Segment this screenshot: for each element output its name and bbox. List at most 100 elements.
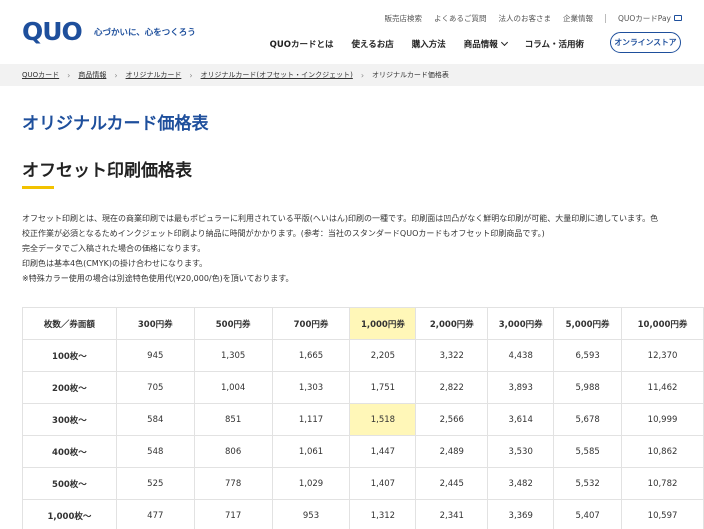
util-divider [604,14,606,23]
description-line: オフセット印刷とは、現在の商業印刷では最もポピュラーに利用されている平版(へいは… [22,214,659,223]
price-cell: 5,988 [553,371,623,404]
price-cell: 2,566 [415,403,489,436]
description: オフセット印刷とは、現在の商業印刷では最もポピュラーに利用されている平版(へいは… [22,211,684,286]
svg-text:QUO: QUO [22,18,82,44]
breadcrumb-item-home[interactable]: QUOカード [22,70,59,80]
price-cell: 11,462 [621,371,704,404]
breadcrumb-item-products[interactable]: 商品情報 [78,70,106,80]
price-cell: 3,322 [415,339,489,372]
chevron-right-icon: › [67,70,71,80]
nav-item-about[interactable]: QUOカードとは [270,38,334,50]
util-link-faq[interactable]: よくあるご質問 [434,13,487,24]
chevron-right-icon: › [114,70,118,80]
description-line: 校正作業が必須となるためインクジェット印刷より納品に時間がかかります。(参考：当… [22,229,545,238]
page-title: オリジナルカード価格表 [22,114,209,134]
price-cell: 2,341 [415,499,489,529]
price-cell: 477 [115,499,195,529]
table-header-row: 枚数／券面額 300円券 500円券 700円券 1,000円券 2,000円券… [22,307,704,340]
price-cell: 1,117 [271,403,351,436]
tagline: 心づかいに、心をつくろう [94,28,196,38]
price-cell: 584 [115,403,195,436]
price-cell: 1,061 [271,435,351,468]
price-cell: 2,489 [415,435,489,468]
price-cell: 12,370 [621,339,704,372]
column-header: 5,000円券 [553,307,623,340]
breadcrumb-item-offset-inkjet[interactable]: オリジナルカード(オフセット・インクジェット) [201,70,353,80]
price-cell: 851 [193,403,273,436]
util-link-company[interactable]: 企業情報 [563,13,593,24]
table-row: 500枚〜 525 778 1,029 1,407 2,445 3,482 5,532 10,7… [22,467,704,500]
breadcrumb-item-current: オリジナルカード価格表 [372,71,449,79]
breadcrumb: QUOカード › 商品情報 › オリジナルカード › オリジナルカード(オフセッ… [0,64,704,86]
price-cell: 1,312 [349,499,417,529]
price-cell: 10,862 [621,435,704,468]
chevron-right-icon: › [189,70,193,80]
quo-logo[interactable]: QUO [22,18,84,44]
nav-item-purchase[interactable]: 購入方法 [412,38,446,50]
price-cell: 525 [115,467,195,500]
price-cell: 548 [115,435,195,468]
price-cell: 3,893 [487,371,555,404]
table-row: 200枚〜 705 1,004 1,303 1,751 2,822 3,893 5,988 11… [22,371,704,404]
price-table: 枚数／券面額 300円券 500円券 700円券 1,000円券 2,000円券… [22,307,704,529]
nav-item-products[interactable]: 商品情報 [464,38,508,50]
price-cell: 1,029 [271,467,351,500]
description-line: ※特殊カラー使用の場合は別途特色使用代(¥20,000/色)を頂いております。 [22,274,294,283]
price-cell: 3,530 [487,435,555,468]
price-cell: 3,369 [487,499,555,529]
table-row: 300枚〜 584 851 1,117 1,518 2,566 3,614 5,678 10,9… [22,403,704,436]
price-cell: 10,999 [621,403,704,436]
row-header: 300枚〜 [22,403,117,436]
table-row: 400枚〜 548 806 1,061 1,447 2,489 3,530 5,585 10,8… [22,435,704,468]
price-cell: 1,305 [193,339,273,372]
price-cell: 806 [193,435,273,468]
online-store-button[interactable]: オンラインストア [610,32,681,53]
price-cell: 10,597 [621,499,704,529]
price-cell: 778 [193,467,273,500]
main-nav: QUOカードとは 使えるお店 購入方法 商品情報 コラム・活用術 [252,38,584,50]
price-cell: 5,407 [553,499,623,529]
row-header: 400枚〜 [22,435,117,468]
description-line: 印刷色は基本4色(CMYK)の掛け合わせになります。 [22,259,208,268]
price-cell: 2,822 [415,371,489,404]
column-header: 700円券 [271,307,351,340]
price-cell: 1,303 [271,371,351,404]
table-row: 100枚〜 945 1,305 1,665 2,205 3,322 4,438 6,593 12… [22,339,704,372]
price-cell: 5,585 [553,435,623,468]
table-corner-header: 枚数／券面額 [22,307,117,340]
price-cell: 1,665 [271,339,351,372]
row-header: 500枚〜 [22,467,117,500]
table-row: 1,000枚〜 477 717 953 1,312 2,341 3,369 5,407 10,5… [22,499,704,529]
external-window-icon [674,15,682,21]
price-cell: 10,782 [621,467,704,500]
column-header: 500円券 [193,307,273,340]
price-cell: 5,678 [553,403,623,436]
price-cell: 1,004 [193,371,273,404]
nav-item-column[interactable]: コラム・活用術 [525,38,584,50]
chevron-down-icon [500,38,508,47]
price-cell: 2,205 [349,339,417,372]
nav-item-stores[interactable]: 使えるお店 [351,38,393,50]
price-cell: 953 [271,499,351,529]
util-link-store-search[interactable]: 販売店検索 [384,13,422,24]
price-cell: 2,445 [415,467,489,500]
row-header: 100枚〜 [22,339,117,372]
price-cell: 3,482 [487,467,555,500]
price-cell: 1,518 [349,403,417,436]
util-link-corporate[interactable]: 法人のお客さま [498,13,551,24]
column-header: 3,000円券 [487,307,555,340]
price-cell: 945 [115,339,195,372]
description-line: 完全データでご入稿された場合の価格になります。 [22,244,206,253]
breadcrumb-item-original-card[interactable]: オリジナルカード [126,70,182,80]
price-cell: 717 [193,499,273,529]
price-cell: 705 [115,371,195,404]
utility-nav: 販売店検索 よくあるご質問 法人のお客さま 企業情報 QUOカードPay [372,13,682,24]
row-header: 200枚〜 [22,371,117,404]
price-cell: 1,407 [349,467,417,500]
section-title: オフセット印刷価格表 [22,161,192,181]
price-cell: 5,532 [553,467,623,500]
util-link-quopay[interactable]: QUOカードPay [618,13,682,24]
price-cell: 6,593 [553,339,623,372]
row-header: 1,000枚〜 [22,499,117,529]
price-cell: 3,614 [487,403,555,436]
